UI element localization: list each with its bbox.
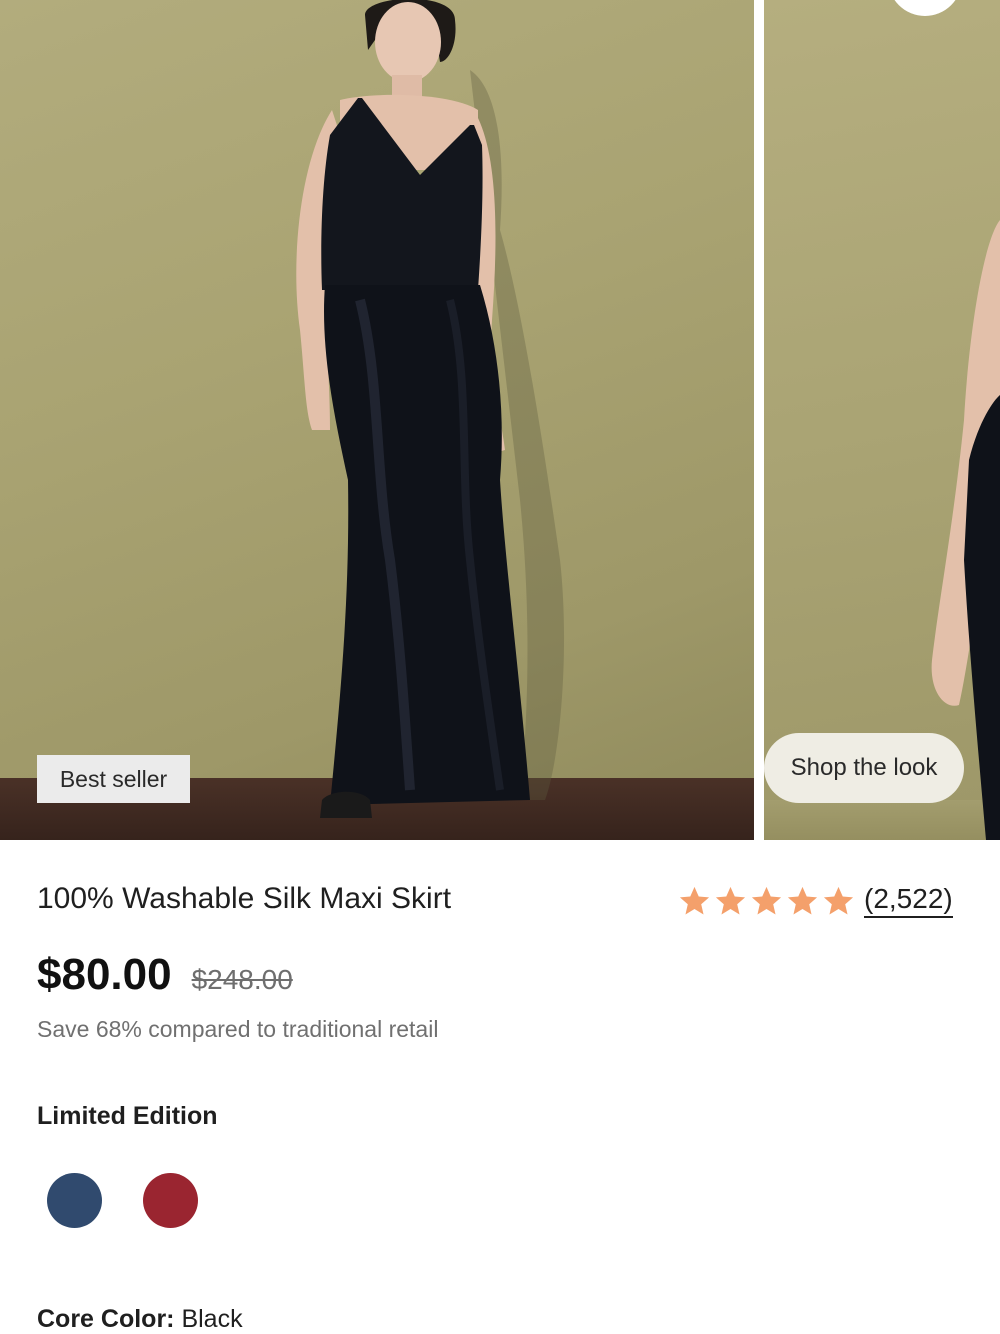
- shop-the-look-button[interactable]: Shop the look: [764, 733, 964, 803]
- model-figure: [296, 0, 565, 818]
- star-icon: [715, 886, 746, 914]
- secondary-product-image[interactable]: Shop the look: [764, 0, 1000, 840]
- model-figure-partial: [931, 220, 1000, 840]
- product-info: 100% Washable Silk Maxi Skirt (2,522) $8…: [0, 840, 1000, 1333]
- red-swatch[interactable]: [143, 1173, 198, 1228]
- price-row: $80.00 $248.00: [37, 950, 293, 1000]
- best-seller-badge: Best seller: [37, 755, 190, 803]
- review-count-link[interactable]: (2,522): [864, 883, 953, 919]
- original-price: $248.00: [191, 964, 293, 995]
- star-icon: [679, 886, 710, 914]
- review-count[interactable]: (2,522): [864, 883, 953, 918]
- savings-text: Save 68% compared to traditional retail: [37, 1016, 439, 1042]
- core-color-label: Core Color:: [37, 1305, 175, 1333]
- main-product-image[interactable]: Best seller: [0, 0, 754, 840]
- core-color-row: Core Color: Black: [37, 1305, 243, 1334]
- core-color-value: Black: [181, 1305, 243, 1333]
- star-icon: [823, 886, 854, 914]
- limited-edition-label: Limited Edition: [37, 1102, 218, 1130]
- star-icon: [787, 886, 818, 914]
- product-title: 100% Washable Silk Maxi Skirt: [37, 882, 452, 915]
- star-icon: [751, 886, 782, 914]
- sale-price: $80.00: [37, 950, 172, 999]
- navy-swatch[interactable]: [47, 1173, 102, 1228]
- rating-summary[interactable]: (2,522): [677, 880, 953, 922]
- product-gallery: Best seller Shop the look: [0, 0, 1000, 840]
- star-rating: [677, 884, 856, 919]
